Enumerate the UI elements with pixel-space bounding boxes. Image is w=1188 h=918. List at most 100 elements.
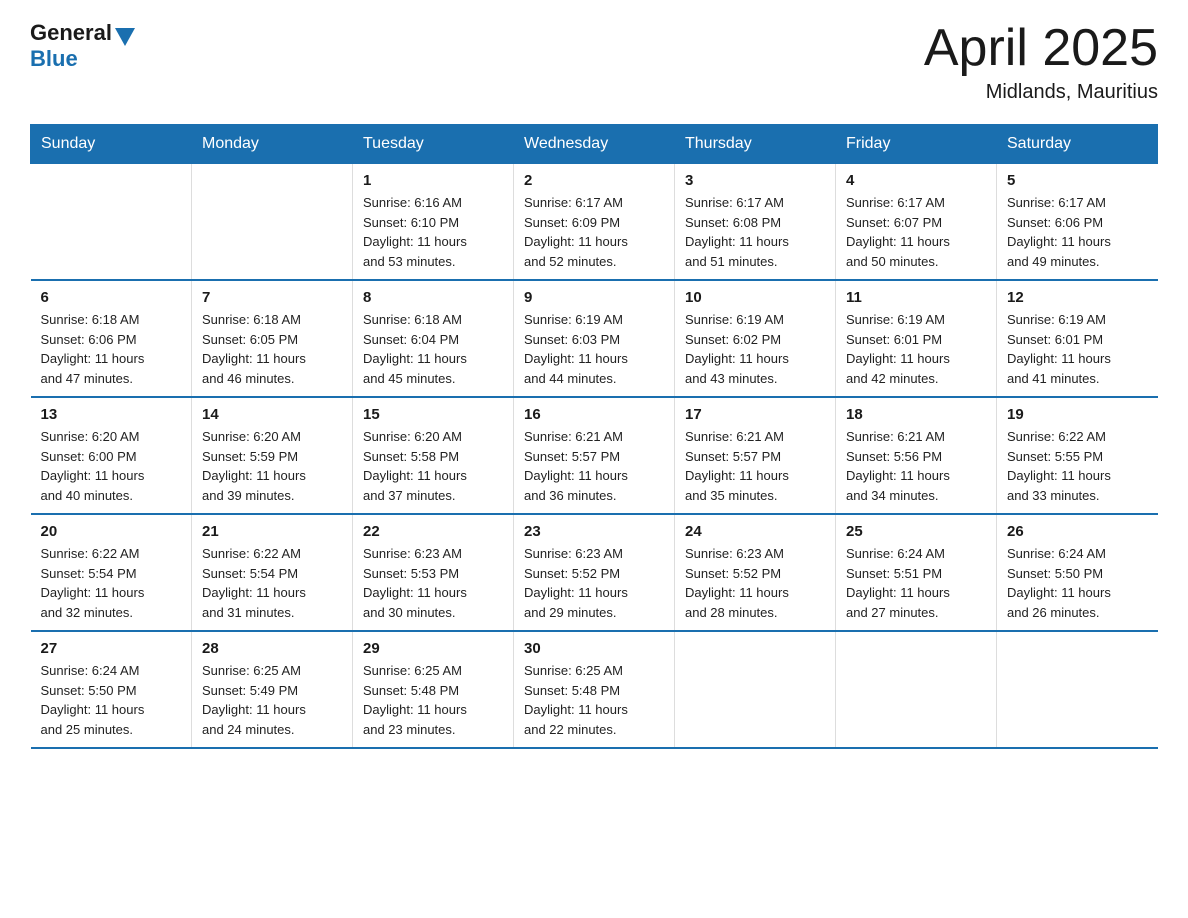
day-info: Sunrise: 6:23 AM Sunset: 5:52 PM Dayligh… <box>685 544 825 622</box>
calendar-cell <box>997 631 1158 748</box>
calendar-week-row: 20 Sunrise: 6:22 AM Sunset: 5:54 PM Dayli… <box>31 514 1158 631</box>
day-info: Sunrise: 6:24 AM Sunset: 5:50 PM Dayligh… <box>41 661 182 739</box>
day-number: 20 <box>41 523 182 540</box>
calendar-cell <box>675 631 836 748</box>
calendar-cell: 10Sunrise: 6:19 AM Sunset: 6:02 PM Dayli… <box>675 280 836 397</box>
calendar-header-row: SundayMondayTuesdayWednesdayThursdayFrid… <box>31 125 1158 164</box>
calendar-cell: 15 Sunrise: 6:20 AM Sunset: 5:58 PM Dayli… <box>353 397 514 514</box>
day-info: Sunrise: 6:23 AM Sunset: 5:52 PM Dayligh… <box>524 544 664 622</box>
day-number: 15 <box>363 406 503 423</box>
day-number: 9 <box>524 289 664 306</box>
day-info: Sunrise: 6:25 AM Sunset: 5:48 PM Dayligh… <box>363 661 503 739</box>
day-number: 27 <box>41 640 182 657</box>
calendar-cell: 20Sunrise: 6:22 AM Sunset: 5:54 PM Dayli… <box>31 514 192 631</box>
day-number: 11 <box>846 289 986 306</box>
day-number: 26 <box>1007 523 1148 540</box>
title-area: April 2025 Midlands, Mauritius <box>924 20 1158 104</box>
day-info: Sunrise: 6:24 AM Sunset: 5:51 PM Dayligh… <box>846 544 986 622</box>
day-number: 16 <box>524 406 664 423</box>
day-info: Sunrise: 6:16 AM Sunset: 6:10 PM Dayligh… <box>363 193 503 271</box>
day-info: Sunrise: 6:25 AM Sunset: 5:48 PM Dayligh… <box>524 661 664 739</box>
day-info: Sunrise: 6:17 AM Sunset: 6:08 PM Dayligh… <box>685 193 825 271</box>
calendar-title: April 2025 <box>924 20 1158 77</box>
calendar-cell <box>31 164 192 281</box>
day-info: Sunrise: 6:23 AM Sunset: 5:53 PM Dayligh… <box>363 544 503 622</box>
calendar-cell: 7 Sunrise: 6:18 AM Sunset: 6:05 PM Daylig… <box>192 280 353 397</box>
day-of-week-header: Monday <box>192 125 353 164</box>
calendar-cell: 22 Sunrise: 6:23 AM Sunset: 5:53 PM Dayli… <box>353 514 514 631</box>
calendar-cell: 6 Sunrise: 6:18 AM Sunset: 6:06 PM Daylig… <box>31 280 192 397</box>
day-info: Sunrise: 6:18 AM Sunset: 6:05 PM Dayligh… <box>202 310 342 388</box>
day-info: Sunrise: 6:22 AM Sunset: 5:55 PM Dayligh… <box>1007 427 1148 505</box>
day-number: 10 <box>685 289 825 306</box>
calendar-cell: 8Sunrise: 6:18 AM Sunset: 6:04 PM Daylig… <box>353 280 514 397</box>
day-number: 12 <box>1007 289 1148 306</box>
day-info: Sunrise: 6:19 AM Sunset: 6:01 PM Dayligh… <box>1007 310 1148 388</box>
day-number: 8 <box>363 289 503 306</box>
day-info: Sunrise: 6:21 AM Sunset: 5:57 PM Dayligh… <box>524 427 664 505</box>
calendar-cell: 29 Sunrise: 6:25 AM Sunset: 5:48 PM Dayli… <box>353 631 514 748</box>
logo-area: General Blue <box>30 20 135 72</box>
day-info: Sunrise: 6:20 AM Sunset: 5:59 PM Dayligh… <box>202 427 342 505</box>
day-number: 13 <box>41 406 182 423</box>
calendar-week-row: 27 Sunrise: 6:24 AM Sunset: 5:50 PM Dayli… <box>31 631 1158 748</box>
calendar-cell: 30Sunrise: 6:25 AM Sunset: 5:48 PM Dayli… <box>514 631 675 748</box>
calendar-cell: 1 Sunrise: 6:16 AM Sunset: 6:10 PM Daylig… <box>353 164 514 281</box>
calendar-cell <box>192 164 353 281</box>
logo-blue-text: Blue <box>30 46 78 72</box>
day-info: Sunrise: 6:20 AM Sunset: 5:58 PM Dayligh… <box>363 427 503 505</box>
day-number: 1 <box>363 172 503 189</box>
day-number: 5 <box>1007 172 1148 189</box>
day-info: Sunrise: 6:24 AM Sunset: 5:50 PM Dayligh… <box>1007 544 1148 622</box>
day-of-week-header: Wednesday <box>514 125 675 164</box>
day-number: 18 <box>846 406 986 423</box>
day-info: Sunrise: 6:17 AM Sunset: 6:06 PM Dayligh… <box>1007 193 1148 271</box>
calendar-table: SundayMondayTuesdayWednesdayThursdayFrid… <box>30 124 1158 749</box>
calendar-cell: 25 Sunrise: 6:24 AM Sunset: 5:51 PM Dayli… <box>836 514 997 631</box>
day-info: Sunrise: 6:19 AM Sunset: 6:01 PM Dayligh… <box>846 310 986 388</box>
calendar-week-row: 13 Sunrise: 6:20 AM Sunset: 6:00 PM Dayli… <box>31 397 1158 514</box>
day-number: 22 <box>363 523 503 540</box>
day-number: 6 <box>41 289 182 306</box>
day-number: 28 <box>202 640 342 657</box>
calendar-cell: 17Sunrise: 6:21 AM Sunset: 5:57 PM Dayli… <box>675 397 836 514</box>
calendar-cell: 12 Sunrise: 6:19 AM Sunset: 6:01 PM Dayli… <box>997 280 1158 397</box>
day-number: 24 <box>685 523 825 540</box>
day-of-week-header: Tuesday <box>353 125 514 164</box>
calendar-cell: 9Sunrise: 6:19 AM Sunset: 6:03 PM Daylig… <box>514 280 675 397</box>
day-number: 2 <box>524 172 664 189</box>
calendar-cell <box>836 631 997 748</box>
day-info: Sunrise: 6:17 AM Sunset: 6:09 PM Dayligh… <box>524 193 664 271</box>
calendar-cell: 28Sunrise: 6:25 AM Sunset: 5:49 PM Dayli… <box>192 631 353 748</box>
day-number: 4 <box>846 172 986 189</box>
calendar-cell: 26 Sunrise: 6:24 AM Sunset: 5:50 PM Dayli… <box>997 514 1158 631</box>
calendar-cell: 19 Sunrise: 6:22 AM Sunset: 5:55 PM Dayli… <box>997 397 1158 514</box>
calendar-cell: 23 Sunrise: 6:23 AM Sunset: 5:52 PM Dayli… <box>514 514 675 631</box>
day-number: 19 <box>1007 406 1148 423</box>
day-number: 7 <box>202 289 342 306</box>
day-number: 23 <box>524 523 664 540</box>
header: General Blue April 2025 Midlands, Maurit… <box>30 20 1158 104</box>
calendar-cell: 18Sunrise: 6:21 AM Sunset: 5:56 PM Dayli… <box>836 397 997 514</box>
day-number: 3 <box>685 172 825 189</box>
day-number: 29 <box>363 640 503 657</box>
calendar-cell: 27 Sunrise: 6:24 AM Sunset: 5:50 PM Dayli… <box>31 631 192 748</box>
day-number: 25 <box>846 523 986 540</box>
day-info: Sunrise: 6:18 AM Sunset: 6:06 PM Dayligh… <box>41 310 182 388</box>
day-info: Sunrise: 6:22 AM Sunset: 5:54 PM Dayligh… <box>202 544 342 622</box>
calendar-cell: 5 Sunrise: 6:17 AM Sunset: 6:06 PM Daylig… <box>997 164 1158 281</box>
day-of-week-header: Sunday <box>31 125 192 164</box>
calendar-week-row: 1 Sunrise: 6:16 AM Sunset: 6:10 PM Daylig… <box>31 164 1158 281</box>
calendar-subtitle: Midlands, Mauritius <box>924 81 1158 104</box>
calendar-cell: 3 Sunrise: 6:17 AM Sunset: 6:08 PM Daylig… <box>675 164 836 281</box>
calendar-cell: 24 Sunrise: 6:23 AM Sunset: 5:52 PM Dayli… <box>675 514 836 631</box>
day-of-week-header: Friday <box>836 125 997 164</box>
calendar-cell: 14 Sunrise: 6:20 AM Sunset: 5:59 PM Dayli… <box>192 397 353 514</box>
logo-triangle-icon <box>115 28 135 46</box>
day-info: Sunrise: 6:20 AM Sunset: 6:00 PM Dayligh… <box>41 427 182 505</box>
day-info: Sunrise: 6:17 AM Sunset: 6:07 PM Dayligh… <box>846 193 986 271</box>
logo-general-text: General <box>30 20 112 46</box>
calendar-cell: 13 Sunrise: 6:20 AM Sunset: 6:00 PM Dayli… <box>31 397 192 514</box>
day-number: 14 <box>202 406 342 423</box>
calendar-cell: 2 Sunrise: 6:17 AM Sunset: 6:09 PM Daylig… <box>514 164 675 281</box>
